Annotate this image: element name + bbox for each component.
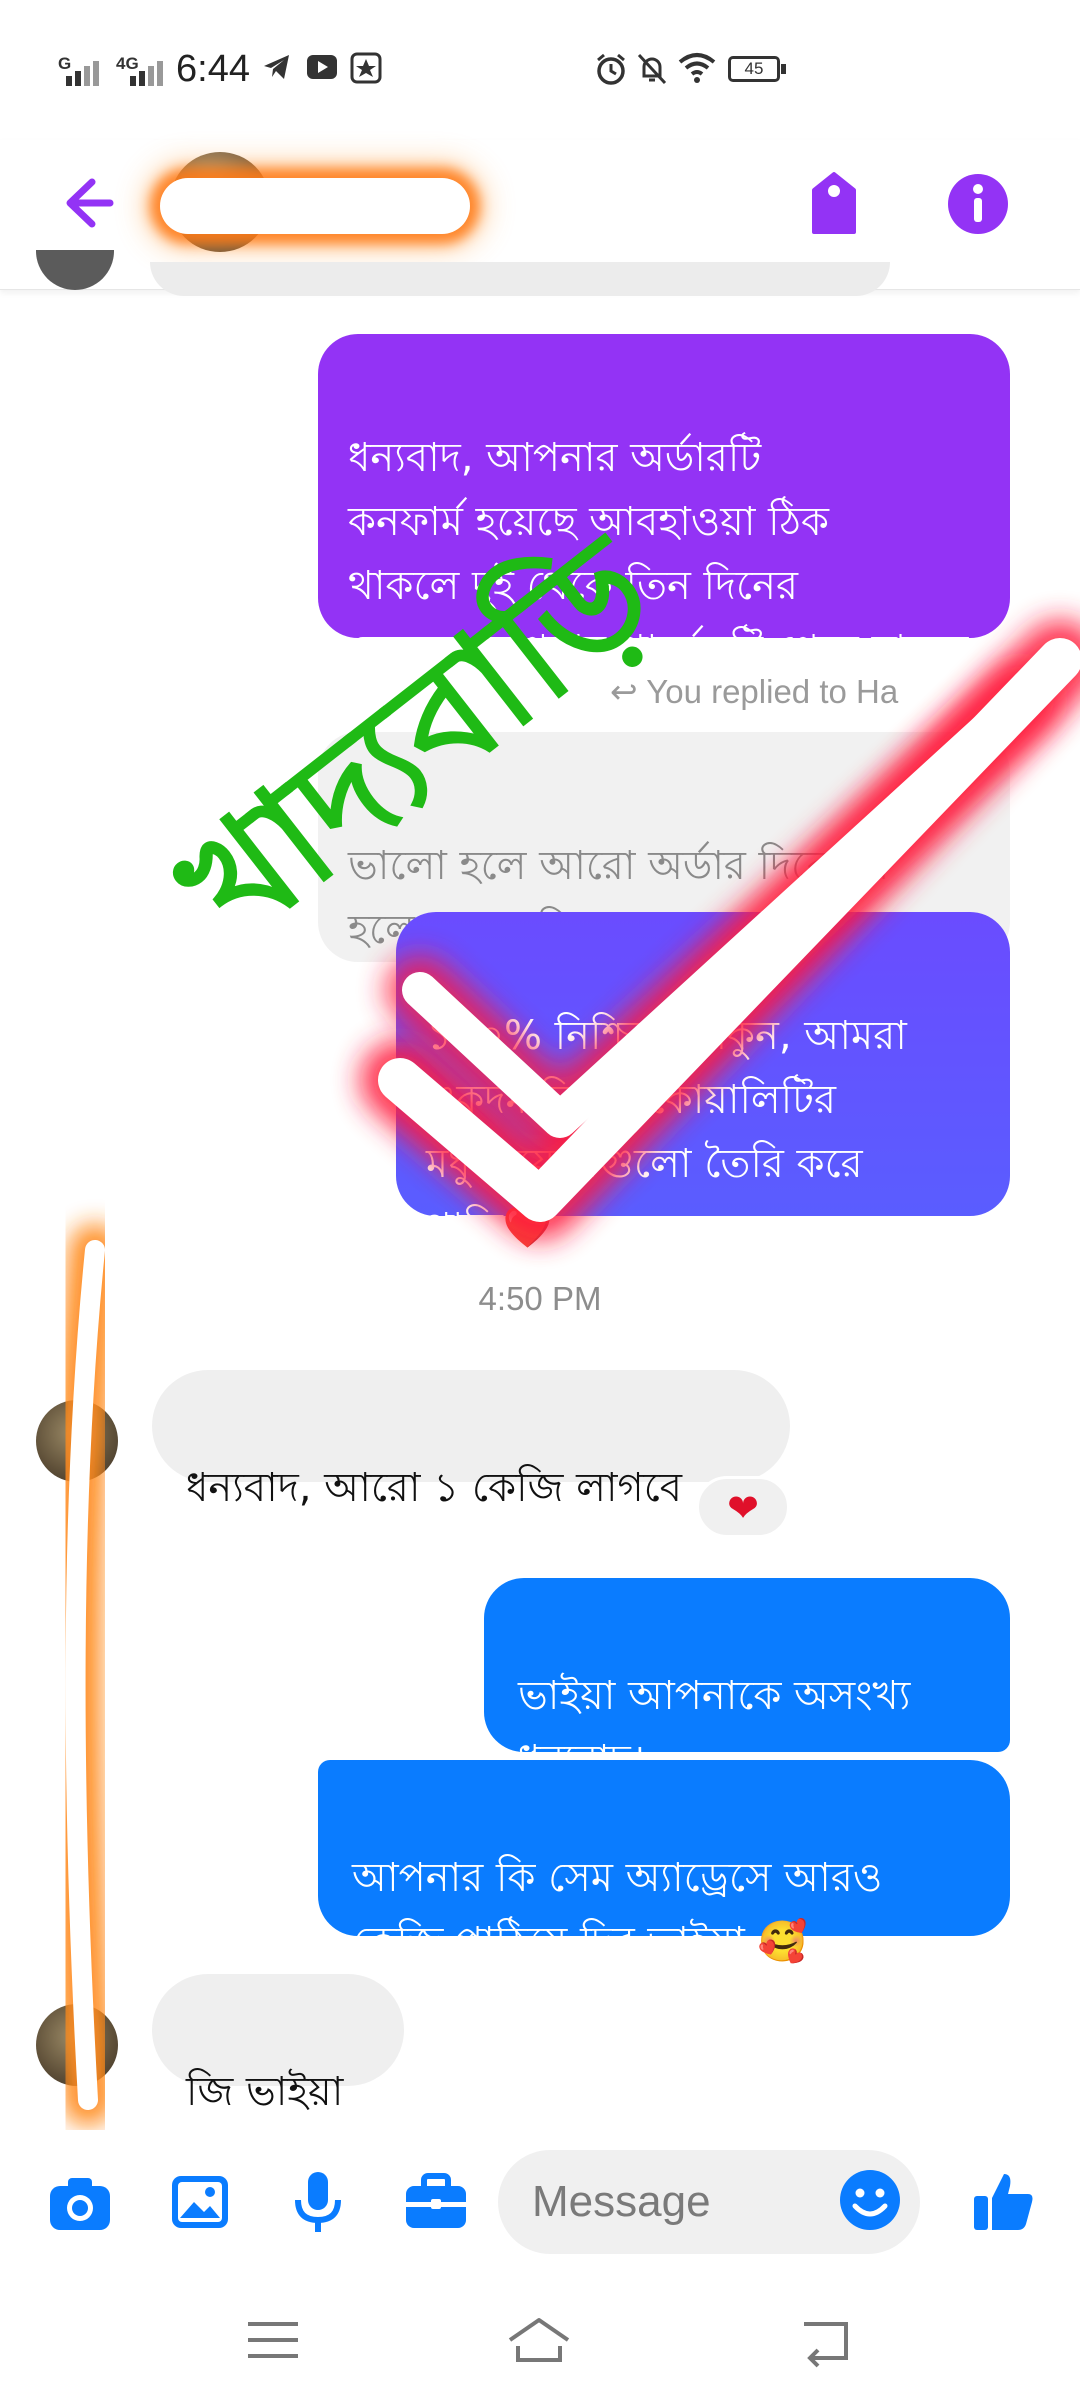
reaction-emoji: ❤ bbox=[727, 1486, 759, 1530]
message-text: ১০০% নিশ্চিন্তে থাকুন, আমরা একদম নিজস্ব … bbox=[426, 1013, 907, 1251]
contact-avatar-small[interactable] bbox=[36, 1400, 118, 1482]
telegram-icon bbox=[264, 55, 289, 79]
status-time: 6:44 bbox=[176, 48, 250, 90]
message-bubble-incoming-2[interactable]: জি ভাইয়া bbox=[152, 1974, 404, 2115]
redacted-contact-name[interactable] bbox=[160, 178, 470, 234]
message-timestamp: 4:50 PM bbox=[478, 1280, 602, 1317]
battery-tip bbox=[781, 64, 786, 74]
mute-bell-icon bbox=[637, 53, 667, 85]
message-text: আপনার কি সেম অ্যাড্রেসে আরও কেজি পাঠিয়ে… bbox=[352, 1855, 883, 1965]
signal-bars-icon bbox=[66, 61, 99, 86]
tag-icon[interactable] bbox=[800, 170, 868, 238]
signal-bars-icon-2 bbox=[130, 61, 163, 86]
image-icon[interactable] bbox=[164, 2166, 236, 2238]
briefcase-icon[interactable] bbox=[400, 2166, 472, 2238]
microphone-icon[interactable] bbox=[282, 2166, 354, 2238]
arrow-left-icon[interactable] bbox=[48, 168, 118, 238]
youtube-icon bbox=[307, 55, 337, 79]
contact-avatar-small-2[interactable] bbox=[36, 2004, 118, 2086]
home-icon[interactable] bbox=[504, 2310, 574, 2370]
alarm-icon bbox=[597, 53, 625, 85]
thumbs-up-icon[interactable] bbox=[968, 2166, 1040, 2238]
app-icon bbox=[350, 52, 382, 84]
info-icon[interactable] bbox=[944, 170, 1012, 238]
menu-icon[interactable] bbox=[238, 2310, 308, 2370]
wifi-icon bbox=[678, 53, 716, 83]
battery-level: 45 bbox=[744, 59, 764, 78]
status-bar: G 4G 6:44 45 bbox=[0, 0, 1080, 140]
message-text: জি ভাইয়া bbox=[186, 2069, 344, 2115]
emoji-icon[interactable] bbox=[838, 2168, 902, 2232]
heart-reaction-icon[interactable]: ❤ bbox=[696, 1476, 790, 1538]
message-text: ধন্যবাদ, আরো ১ কেজি লাগবে bbox=[186, 1465, 683, 1511]
previous-message-bubble bbox=[150, 262, 890, 296]
message-composer bbox=[0, 2130, 1080, 2270]
camera-icon[interactable] bbox=[44, 2166, 116, 2238]
back-nav-icon[interactable] bbox=[790, 2310, 860, 2370]
message-bubble-outgoing-3[interactable]: ভাইয়া আপনাকে অসংখ্য ধন্যবাদ। bbox=[484, 1578, 1010, 1783]
message-bubble-incoming-1[interactable]: ধন্যবাদ, আরো ১ কেজি লাগবে bbox=[152, 1370, 790, 1511]
battery-icon: 45 bbox=[728, 56, 780, 82]
system-nav-bar bbox=[0, 2290, 1080, 2400]
vertical-line-annotation bbox=[49, 1224, 121, 2126]
message-bubble-outgoing-2[interactable]: ১০০% নিশ্চিন্তে থাকুন, আমরা একদম নিজস্ব … bbox=[396, 912, 1010, 1251]
message-bubble-outgoing-4[interactable]: আপনার কি সেম অ্যাড্রেসে আরও কেজি পাঠিয়ে… bbox=[318, 1760, 1010, 1965]
